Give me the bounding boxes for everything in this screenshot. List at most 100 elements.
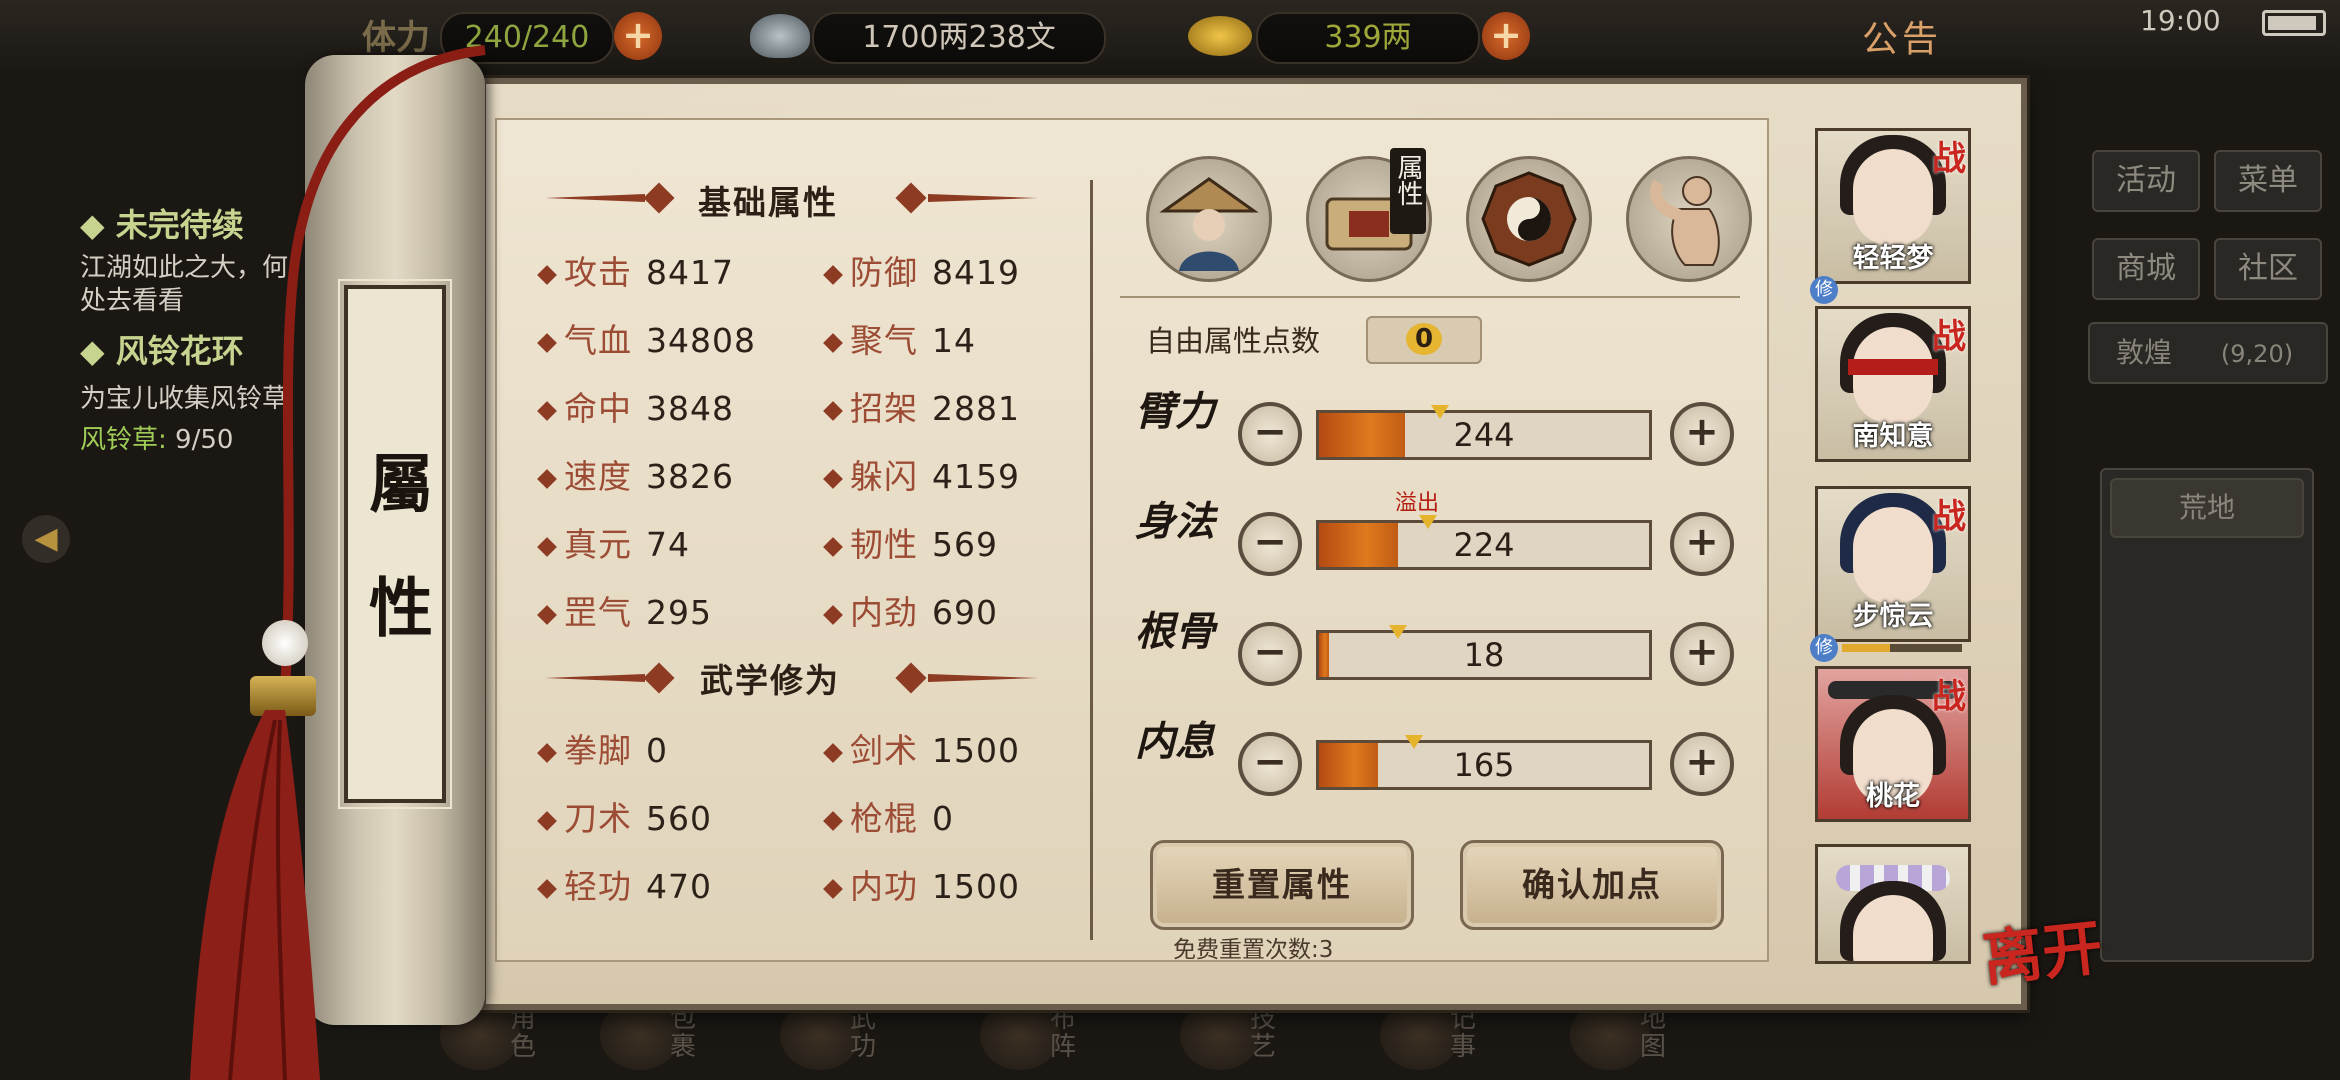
free-points-label: 自由属性点数 (1146, 324, 1321, 358)
attr-name-strength: 臂力 (1135, 388, 1215, 435)
tabs-divider (1120, 296, 1740, 298)
stat-hp: 气血 34808 (537, 314, 756, 362)
bagua-icon (980, 1000, 1060, 1070)
confirm-points-button[interactable]: 确认加点 (1460, 840, 1724, 930)
tassel-icon (190, 710, 320, 1080)
stat-defense: 防御 8419 (823, 246, 1020, 294)
free-points-box: 0 (1366, 316, 1482, 364)
location-display: 敦煌 (9,20) (2088, 322, 2328, 384)
character-card[interactable]: 战 步惊云 (1815, 486, 1971, 642)
character-name: 步惊云 (1852, 601, 1934, 632)
stat-inner-force: 内劲 690 (823, 586, 998, 634)
portrait (1853, 327, 1933, 423)
shop-button[interactable]: 商城 (2092, 238, 2200, 300)
stat-dodge: 躲闪 4159 (823, 450, 1020, 498)
silver-ingot-icon (750, 14, 810, 58)
gold-ingot-icon (1188, 16, 1252, 56)
character-card[interactable] (1815, 844, 1971, 964)
breath-value: 165 (1453, 746, 1515, 784)
cultivate-badge: 修 (1810, 276, 1838, 304)
battle-mark: 战 (1932, 139, 1966, 179)
leave-button[interactable]: 离开 (1978, 899, 2106, 998)
martial-internal: 内功 1500 (823, 860, 1020, 908)
stat-essence: 真元 74 (537, 518, 690, 566)
battle-mark: 战 (1932, 317, 1966, 357)
free-points-value: 0 (1406, 323, 1442, 355)
agility-value: 224 (1453, 526, 1515, 564)
battery-icon (2262, 10, 2326, 36)
stat-hit: 命中 3848 (537, 382, 734, 430)
breath-minus-button[interactable]: − (1238, 732, 1302, 796)
constitution-value: 18 (1463, 636, 1505, 674)
gold-display: 339两 (1256, 12, 1480, 64)
collapse-left-button[interactable]: ◀ (22, 515, 70, 563)
strength-value: 244 (1453, 416, 1515, 454)
breath-bar: 165 (1316, 735, 1652, 790)
martial-fist: 拳脚 0 (537, 724, 668, 772)
martial-blade: 刀术 560 (537, 792, 712, 840)
stat-aura: 罡气 295 (537, 586, 712, 634)
stat-speed: 速度 3826 (537, 450, 734, 498)
martial-lightness: 轻功 470 (537, 860, 712, 908)
strength-minus-button[interactable]: − (1238, 402, 1302, 466)
attr-name-breath: 内息 (1135, 718, 1215, 765)
muscle-figure-icon (1649, 176, 1720, 266)
stat-toughness: 韧性 569 (823, 518, 998, 566)
notice-button[interactable]: 公告 (1862, 10, 1942, 62)
tab-training[interactable] (1626, 156, 1752, 282)
battle-mark: 战 (1932, 497, 1966, 537)
menu-button[interactable]: 菜单 (2214, 150, 2322, 212)
portrait (1853, 507, 1933, 603)
column-divider (1090, 180, 1093, 940)
tab-character[interactable] (1146, 156, 1272, 282)
martial-title: 武学修为 (700, 661, 840, 700)
character-card[interactable]: 战 桃花 (1815, 666, 1971, 822)
tab-attributes-label: 属性 (1390, 148, 1426, 234)
character-name: 南知意 (1852, 421, 1934, 452)
map-icon (1570, 1000, 1650, 1070)
activity-button[interactable]: 活动 (2092, 150, 2200, 212)
character-card[interactable]: 战 轻轻梦 (1815, 128, 1971, 284)
constitution-plus-button[interactable]: + (1670, 622, 1734, 686)
stat-parry: 招架 2881 (823, 382, 1020, 430)
book-icon (780, 1000, 860, 1070)
breath-plus-button[interactable]: + (1670, 732, 1734, 796)
bagua-icon (1481, 171, 1577, 267)
community-button[interactable]: 社区 (2214, 238, 2322, 300)
tab-bagua[interactable] (1466, 156, 1592, 282)
character-name: 轻轻梦 (1852, 243, 1934, 274)
constitution-bar: 18 (1316, 625, 1652, 680)
area-panel (2100, 468, 2314, 962)
straw-hat-warrior-icon (1159, 177, 1259, 271)
agility-bar: 224 (1316, 515, 1652, 570)
cultivate-progress (1842, 644, 1962, 652)
martial-sword: 剑术 1500 (823, 724, 1020, 772)
stat-focus: 聚气 14 (823, 314, 976, 362)
attr-name-constitution: 根骨 (1135, 608, 1215, 655)
constitution-minus-button[interactable]: − (1238, 622, 1302, 686)
cultivate-badge: 修 (1810, 634, 1838, 662)
clock: 19:00 (2140, 4, 2221, 37)
agility-minus-button[interactable]: − (1238, 512, 1302, 576)
stat-attack: 攻击 8417 (537, 246, 734, 294)
stamina-add-button[interactable]: + (614, 12, 662, 60)
free-reset-count: 免费重置次数:3 (1173, 937, 1334, 963)
portrait (1853, 149, 1933, 245)
bag-icon (600, 1000, 680, 1070)
character-name: 桃花 (1866, 781, 1920, 812)
pot-icon (1180, 1000, 1260, 1070)
agility-plus-button[interactable]: + (1670, 512, 1734, 576)
character-card[interactable]: 战 南知意 (1815, 306, 1971, 462)
battle-mark: 战 (1932, 677, 1966, 717)
basic-attrs-title: 基础属性 (698, 183, 838, 222)
attr-name-agility: 身法 (1135, 498, 1215, 545)
scroll-icon (1380, 1000, 1460, 1070)
silver-display: 1700两238文 (812, 12, 1106, 64)
reset-attributes-button[interactable]: 重置属性 (1150, 840, 1414, 930)
strength-bar: 244 (1316, 405, 1652, 460)
strength-plus-button[interactable]: + (1670, 402, 1734, 466)
blindfold (1848, 359, 1938, 375)
gold-add-button[interactable]: + (1482, 12, 1530, 60)
overflow-label: 溢出 (1395, 491, 1440, 516)
area-label[interactable]: 荒地 (2110, 478, 2304, 538)
